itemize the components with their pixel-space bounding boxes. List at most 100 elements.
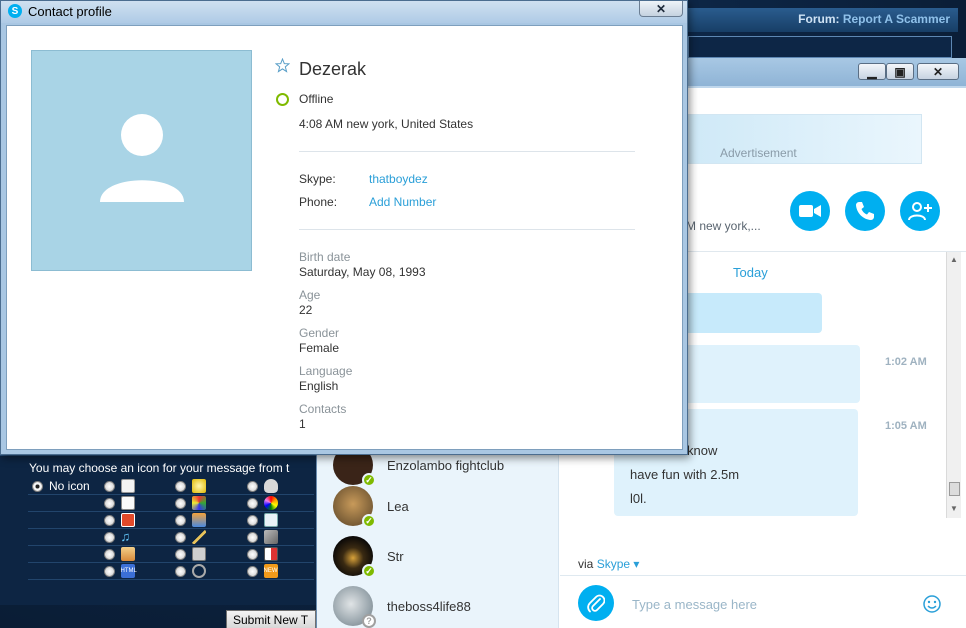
message-scrollbar[interactable]: ▲ ▼ [946, 252, 961, 518]
icon-option[interactable] [171, 530, 243, 544]
icon-option[interactable] [243, 479, 315, 493]
icon-option[interactable] [171, 564, 243, 578]
icon-option[interactable] [171, 479, 243, 493]
icon-option[interactable] [243, 530, 315, 544]
video-camera-icon [799, 205, 821, 217]
minimize-icon: ▁ [867, 64, 877, 79]
submit-new-thread-button[interactable]: Submit New T [226, 610, 316, 628]
icon-option[interactable] [243, 547, 315, 561]
icon-option[interactable] [171, 496, 243, 510]
forum-crumb-link[interactable]: Report A Scammer [843, 12, 950, 26]
radio-button[interactable] [175, 480, 186, 492]
no-icon-label: No icon [49, 479, 90, 493]
birth-date-value: Saturday, May 08, 1993 [299, 265, 426, 279]
radio-button[interactable] [103, 565, 115, 577]
radio-button[interactable] [32, 480, 43, 492]
icon-option[interactable] [171, 513, 243, 527]
icon-option[interactable]: NEW [243, 564, 315, 578]
radio-button[interactable] [103, 548, 115, 560]
icon-row [28, 495, 314, 512]
paperclip-icon [587, 594, 605, 613]
icon-row: HTML NEW [28, 563, 314, 580]
maximize-button[interactable]: ▣ [886, 63, 914, 80]
brush-icon [192, 530, 206, 544]
radio-button[interactable] [246, 565, 258, 577]
profile-picture [31, 50, 252, 271]
via-skype-dropdown[interactable]: Skype ▾ [597, 557, 640, 571]
contact-item[interactable]: ? theboss4life88 [333, 581, 559, 628]
scrollbar-thumb[interactable] [949, 482, 960, 496]
radio-button[interactable] [175, 497, 186, 509]
via-selector: via Skype ▾ [578, 557, 639, 571]
age-value: 22 [299, 303, 313, 317]
document-icon [120, 479, 135, 493]
radio-button[interactable] [246, 497, 258, 509]
icon-option[interactable] [100, 547, 172, 561]
birth-date-label: Birth date [299, 250, 351, 264]
phone-icon [856, 202, 874, 220]
icon-option[interactable]: ♫ [100, 530, 172, 544]
contact-item[interactable]: ✓ Str [333, 531, 559, 581]
radio-button[interactable] [103, 531, 115, 543]
message-text: l0l. [630, 491, 647, 506]
radio-button[interactable] [246, 548, 258, 560]
skype-logo-icon: S [8, 4, 22, 18]
local-time: 4:08 AM new york, United States [299, 117, 474, 131]
profile-content: Dezerak Offline 4:08 AM new york, United… [6, 25, 683, 450]
radio-button[interactable] [175, 548, 186, 560]
presence-status: Offline [299, 92, 334, 106]
icon-option[interactable] [243, 513, 315, 527]
section-divider [299, 151, 635, 152]
contact-name: Str [387, 548, 404, 564]
contacts-label: Contacts [299, 402, 347, 416]
skype-name-link[interactable]: thatboydez [369, 172, 428, 186]
contact-item[interactable]: ✓ Lea [333, 481, 559, 531]
message-text: have fun with 2.5m [630, 467, 740, 482]
icon-option[interactable] [243, 496, 315, 510]
radio-button[interactable] [175, 565, 186, 577]
language-value: English [299, 379, 339, 393]
radio-button[interactable] [175, 531, 186, 543]
icon-option[interactable]: HTML [100, 564, 172, 578]
music-note-icon: ♫ [120, 529, 131, 544]
link-chain-icon [192, 564, 206, 578]
clipboard-icon [263, 513, 278, 527]
minimize-button[interactable]: ▁ [858, 63, 886, 80]
contact-name: theboss4life88 [387, 598, 471, 614]
note-icon [120, 496, 135, 510]
date-separator: Today [733, 265, 768, 280]
icon-row: No icon [28, 478, 314, 495]
skype-field-label: Skype: [299, 172, 336, 186]
close-button[interactable]: ✕ [917, 63, 959, 80]
dialog-close-button[interactable]: ✕ [639, 1, 683, 17]
radio-button[interactable] [246, 480, 258, 492]
radio-button[interactable] [246, 531, 258, 543]
favorite-star-icon[interactable] [274, 57, 291, 76]
add-people-button[interactable] [900, 191, 940, 231]
icon-option-none[interactable]: No icon [28, 479, 100, 493]
online-status-icon: ✓ [362, 514, 376, 528]
icon-option[interactable] [100, 513, 172, 527]
icon-option[interactable] [171, 547, 243, 561]
message-input[interactable] [632, 594, 912, 614]
contact-name: Enzolambo fightclub [387, 457, 505, 473]
message-text: know [687, 443, 718, 458]
icon-option[interactable] [100, 479, 172, 493]
scroll-down-icon[interactable]: ▼ [950, 504, 958, 513]
attach-button[interactable] [578, 585, 614, 621]
radio-button[interactable] [103, 514, 115, 526]
icon-option[interactable] [100, 496, 172, 510]
scroll-up-icon[interactable]: ▲ [950, 255, 958, 264]
audio-call-button[interactable] [845, 191, 885, 231]
forum-nav-bar [688, 36, 952, 58]
radio-button[interactable] [103, 480, 115, 492]
radio-button[interactable] [175, 514, 186, 526]
radio-button[interactable] [103, 497, 115, 509]
compose-divider [560, 575, 966, 576]
add-number-link[interactable]: Add Number [369, 195, 436, 209]
contact-name: Lea [387, 498, 409, 514]
emoticon-button[interactable] [922, 594, 942, 617]
video-call-button[interactable] [790, 191, 830, 231]
radio-button[interactable] [246, 514, 258, 526]
default-avatar-icon [100, 114, 184, 202]
